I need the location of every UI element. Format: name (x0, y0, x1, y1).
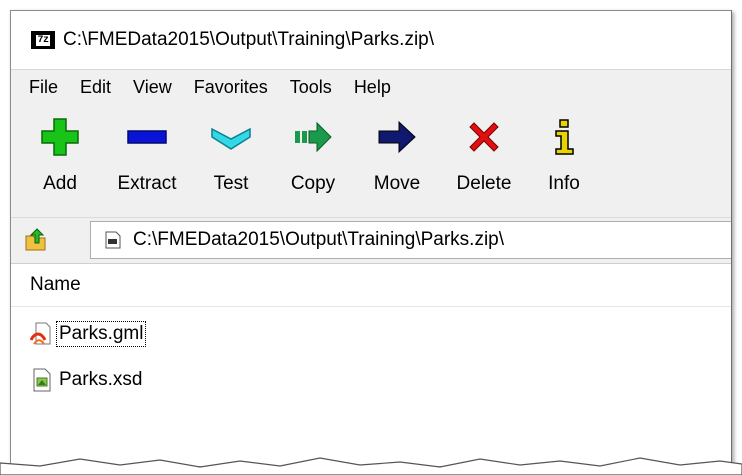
torn-edge (0, 457, 742, 475)
app-window: 7z C:\FMEData2015\Output\Training\Parks.… (10, 10, 732, 466)
plus-icon (38, 115, 82, 159)
test-button[interactable]: Test (201, 113, 261, 209)
info-label: Info (548, 173, 580, 194)
list-item[interactable]: Parks.gml (29, 320, 147, 348)
test-label: Test (213, 173, 249, 194)
address-bar: C:\FMEData2015\Output\Training\Parks.zip… (11, 217, 731, 262)
7zip-icon: 7z (31, 31, 55, 49)
up-folder-button[interactable] (22, 226, 50, 254)
x-icon (462, 115, 506, 159)
extract-button[interactable]: Extract (105, 113, 189, 209)
add-button[interactable]: Add (33, 113, 87, 209)
menu-view[interactable]: View (122, 77, 183, 98)
delete-button[interactable]: Delete (447, 113, 521, 209)
add-label: Add (43, 173, 77, 194)
extract-label: Extract (117, 173, 177, 194)
info-button[interactable]: Info (537, 113, 591, 209)
file-name: Parks.xsd (59, 369, 143, 390)
menu-help[interactable]: Help (343, 77, 402, 98)
menu-favorites[interactable]: Favorites (183, 77, 279, 98)
move-label: Move (373, 173, 421, 194)
archive-icon (105, 231, 121, 249)
menu-bar: File Edit View Favorites Tools Help (11, 70, 731, 104)
move-arrow-icon (375, 115, 419, 159)
toolbar: Add Extract Test Copy Move Delete Info (11, 105, 731, 215)
address-path: C:\FMEData2015\Output\Training\Parks.zip… (133, 229, 505, 250)
info-icon (542, 115, 586, 159)
copy-label: Copy (290, 173, 336, 194)
check-chevron-icon (209, 115, 253, 159)
minus-icon (125, 115, 169, 159)
file-name: Parks.gml (55, 321, 147, 347)
column-header-name[interactable]: Name (11, 264, 731, 307)
xsd-file-icon (29, 367, 55, 393)
menu-edit[interactable]: Edit (69, 77, 122, 98)
menu-tools[interactable]: Tools (279, 77, 343, 98)
copy-arrow-icon (291, 115, 335, 159)
gml-file-icon (29, 321, 55, 347)
folder-up-icon (25, 228, 46, 251)
list-item[interactable]: Parks.xsd (29, 366, 144, 394)
column-name-label: Name (30, 274, 81, 295)
title-bar: 7z C:\FMEData2015\Output\Training\Parks.… (11, 11, 731, 70)
copy-button[interactable]: Copy (281, 113, 345, 209)
file-list: Name Parks.gml Parks.xsd (11, 263, 731, 466)
address-field[interactable]: C:\FMEData2015\Output\Training\Parks.zip… (90, 221, 731, 259)
menu-file[interactable]: File (11, 77, 69, 98)
move-button[interactable]: Move (363, 113, 431, 209)
delete-label: Delete (456, 173, 512, 194)
window-title: C:\FMEData2015\Output\Training\Parks.zip… (63, 29, 435, 50)
